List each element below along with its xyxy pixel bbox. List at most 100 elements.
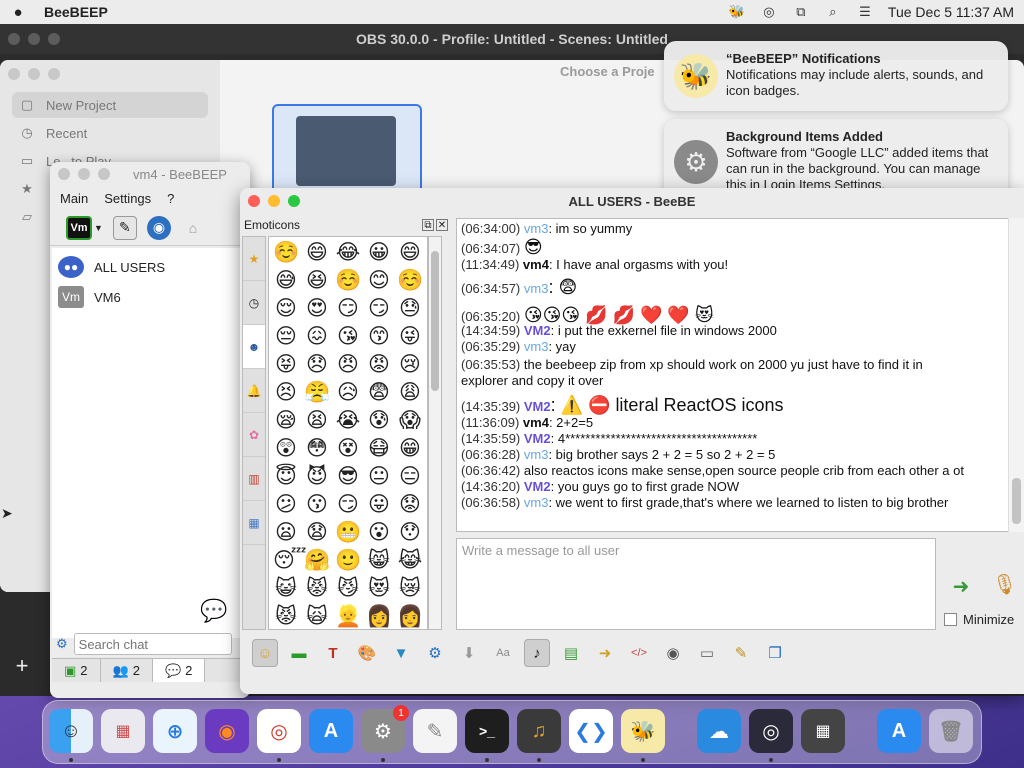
emoticon-item[interactable]: 👩 bbox=[397, 603, 423, 629]
emoticon-item[interactable]: 😷 bbox=[366, 435, 392, 461]
emoticon-item[interactable]: 😀 bbox=[366, 239, 392, 265]
emoticon-item[interactable]: 😴 bbox=[273, 547, 307, 573]
emoticon-item[interactable]: 😇 bbox=[273, 463, 299, 489]
emoticon-item[interactable]: 😗 bbox=[304, 491, 330, 517]
float-icon[interactable]: ⧉ bbox=[422, 219, 434, 231]
minimize-button[interactable] bbox=[268, 195, 280, 207]
emoticon-item[interactable]: 😨 bbox=[366, 379, 392, 405]
home-icon[interactable]: ⌂ bbox=[181, 216, 205, 240]
search-icon[interactable]: ⌕ bbox=[824, 4, 842, 20]
network-icon[interactable]: ◉ bbox=[146, 215, 171, 240]
close-button[interactable] bbox=[8, 33, 20, 45]
beebeep-notification[interactable]: 🐝 “BeeBEEP” Notifications Notifications … bbox=[664, 41, 1008, 111]
emoticon-item[interactable]: 😿 bbox=[397, 575, 423, 601]
emoticon-item[interactable]: 😾 bbox=[273, 603, 299, 629]
calculator-icon[interactable]: ▦ bbox=[801, 709, 845, 753]
message-sender[interactable]: VM2 bbox=[524, 431, 551, 446]
emoticon-item[interactable]: 😤 bbox=[304, 379, 330, 405]
tab-chats[interactable]: 💬 2 bbox=[152, 659, 206, 682]
emoticon-item[interactable]: 😜 bbox=[397, 323, 423, 349]
emoticon-item[interactable]: 😞 bbox=[304, 351, 330, 377]
settings-button[interactable]: ⚙ bbox=[422, 639, 448, 667]
send-folder-button[interactable]: ➜ bbox=[592, 639, 618, 667]
emoticon-item[interactable]: 😕 bbox=[273, 491, 299, 517]
emoticon-item[interactable]: 👱 bbox=[335, 603, 361, 629]
compact-button[interactable]: ▬ bbox=[286, 639, 312, 667]
message-sender[interactable]: vm3 bbox=[524, 447, 549, 462]
detach-button[interactable]: ❐ bbox=[762, 639, 788, 667]
emoticon-item[interactable]: 😊 bbox=[366, 267, 392, 293]
emoticon-item[interactable]: 😟 bbox=[397, 491, 423, 517]
emoticon-item[interactable]: 😦 bbox=[273, 519, 299, 545]
screenshot-button[interactable]: ◉ bbox=[660, 639, 686, 667]
launchpad-icon[interactable]: ▦ bbox=[101, 709, 145, 753]
emoticon-item[interactable]: 😙 bbox=[366, 323, 392, 349]
emoticon-item[interactable]: 😲 bbox=[273, 435, 299, 461]
user-item-vm6[interactable]: Vm VM6 bbox=[52, 282, 248, 312]
code-button[interactable]: </> bbox=[626, 639, 652, 667]
emoticon-item[interactable]: 😛 bbox=[366, 491, 392, 517]
close-button[interactable] bbox=[248, 195, 260, 207]
emoticon-item[interactable]: 😰 bbox=[366, 407, 392, 433]
message-sender[interactable]: vm3 bbox=[524, 339, 549, 354]
emoticon-item[interactable]: 😥 bbox=[335, 379, 361, 405]
app-store-downloads-icon[interactable]: A bbox=[877, 709, 921, 753]
message-sender[interactable]: vm3 bbox=[524, 221, 549, 236]
trash-icon[interactable]: 🗑 bbox=[929, 709, 973, 753]
emoticon-item[interactable]: ☺️ bbox=[273, 239, 299, 265]
chevron-down-icon[interactable]: ▼ bbox=[94, 223, 103, 233]
tab-users[interactable]: ▣ 2 bbox=[52, 659, 101, 682]
menu-help[interactable]: ? bbox=[167, 191, 174, 206]
edit-profile-icon[interactable]: ✎ bbox=[112, 215, 137, 240]
minimize-button[interactable] bbox=[28, 68, 40, 80]
emoticon-item[interactable]: 😑 bbox=[397, 463, 423, 489]
clock[interactable]: Tue Dec 5 11:37 AM bbox=[888, 4, 1014, 20]
zoom-button[interactable] bbox=[288, 195, 300, 207]
minimize-checkbox[interactable] bbox=[944, 613, 957, 626]
weather-icon[interactable]: ☁ bbox=[697, 709, 741, 753]
emoticon-item[interactable]: 😡 bbox=[366, 351, 392, 377]
zoom-button[interactable] bbox=[48, 68, 60, 80]
screen-mirroring-icon[interactable]: ⧉ bbox=[792, 4, 810, 20]
emoticon-item[interactable]: 😮 bbox=[366, 519, 392, 545]
gear-icon[interactable]: ⚙ bbox=[56, 636, 68, 652]
obs-icon[interactable]: ◎ bbox=[749, 709, 793, 753]
emoticon-item[interactable]: 😱 bbox=[397, 407, 423, 433]
tab-symbols[interactable]: ▦ bbox=[243, 501, 265, 545]
tab-smileys[interactable]: ☻ bbox=[243, 325, 265, 369]
emoticon-item[interactable]: 😏 bbox=[335, 295, 361, 321]
emoticon-item[interactable]: 😠 bbox=[335, 351, 361, 377]
filter-button[interactable]: ▼ bbox=[388, 639, 414, 667]
message-sender[interactable]: VM2 bbox=[524, 479, 551, 494]
sound-button[interactable]: ♪ bbox=[524, 639, 550, 667]
vscode-icon[interactable]: ❮❯ bbox=[569, 709, 613, 753]
close-button[interactable] bbox=[58, 168, 70, 180]
minimize-toggle[interactable]: Minimize bbox=[944, 612, 1014, 627]
emoticon-item[interactable]: 😄 bbox=[397, 239, 423, 265]
emoticon-item[interactable]: 😧 bbox=[304, 519, 330, 545]
notes-button[interactable]: ✎ bbox=[728, 639, 754, 667]
vm-avatar-button[interactable]: Vm bbox=[66, 215, 92, 240]
clear-button[interactable]: ▭ bbox=[694, 639, 720, 667]
font-button[interactable]: T bbox=[320, 639, 346, 667]
message-sender[interactable]: vm3 bbox=[524, 281, 549, 296]
sidebar-item-recent[interactable]: ◷ Recent bbox=[12, 120, 208, 146]
message-input[interactable]: Write a message to all user bbox=[456, 538, 936, 630]
emoticon-item[interactable]: 😵 bbox=[335, 435, 361, 461]
emoticon-item[interactable]: 😪 bbox=[273, 407, 299, 433]
menu-main[interactable]: Main bbox=[60, 191, 88, 206]
menu-settings[interactable]: Settings bbox=[104, 191, 151, 206]
zoom-button[interactable] bbox=[48, 33, 60, 45]
emoticon-item[interactable]: 😆 bbox=[304, 267, 330, 293]
close-icon[interactable]: ✕ bbox=[436, 219, 448, 231]
emoticon-item[interactable]: ☺️ bbox=[335, 267, 361, 293]
emoticon-item[interactable]: 😖 bbox=[304, 323, 330, 349]
firefox-icon[interactable]: ◉ bbox=[205, 709, 249, 753]
emoticon-item[interactable]: 😾 bbox=[304, 575, 330, 601]
spellcheck-button[interactable]: Aa bbox=[490, 639, 516, 667]
empty-project-tile[interactable] bbox=[272, 104, 422, 194]
app-store-icon[interactable]: A bbox=[309, 709, 353, 753]
control-center-icon[interactable]: ☰ bbox=[856, 4, 874, 20]
user-item-all-users[interactable]: ●● ALL USERS bbox=[52, 252, 248, 282]
emoticon-item[interactable]: 😸 bbox=[366, 547, 392, 573]
